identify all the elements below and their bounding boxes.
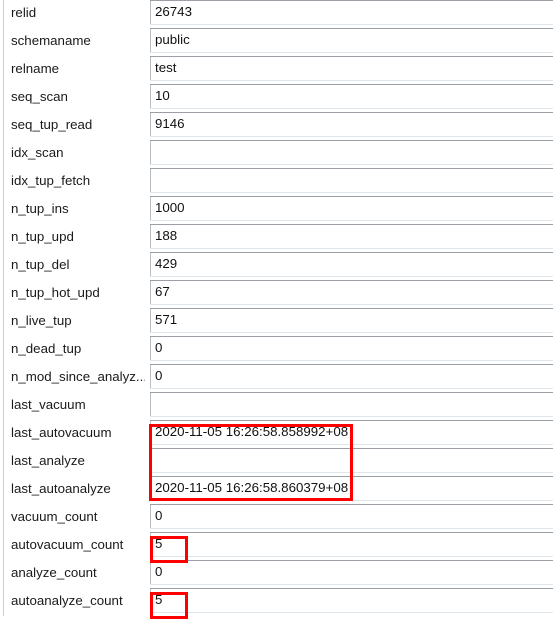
property-name-autovacuum_count: autovacuum_count bbox=[11, 537, 124, 552]
property-name-n_tup_upd: n_tup_upd bbox=[11, 229, 74, 244]
property-row[interactable]: last_autoanalyze 2020-11-05 16:26:58.8603… bbox=[0, 476, 553, 504]
value-cell-left-border bbox=[150, 85, 151, 108]
property-name-n_mod_since_analyz: n_mod_since_analyz... bbox=[11, 369, 145, 384]
property-value-seq_scan[interactable]: 10 bbox=[155, 84, 551, 109]
property-value-last_autovacuum[interactable]: 2020-11-05 16:26:58.858992+08 bbox=[155, 420, 551, 445]
value-cell-left-border bbox=[150, 281, 151, 304]
property-name-n_live_tup: n_live_tup bbox=[11, 313, 72, 328]
property-name-n_tup_hot_upd: n_tup_hot_upd bbox=[11, 285, 100, 300]
property-value-idx_scan[interactable] bbox=[155, 140, 551, 165]
value-cell-left-border bbox=[150, 141, 151, 164]
value-cell-left-border bbox=[150, 197, 151, 220]
property-value-n_mod_since_analyz[interactable]: 0 bbox=[155, 364, 551, 389]
property-value-autoanalyze_count[interactable]: 5 bbox=[155, 588, 551, 613]
property-name-relid: relid bbox=[11, 5, 37, 20]
value-cell-left-border bbox=[150, 225, 151, 248]
property-name-last_autovacuum: last_autovacuum bbox=[11, 425, 112, 440]
value-cell-left-border bbox=[150, 29, 151, 52]
value-cell-left-border bbox=[150, 393, 151, 416]
property-value-schemaname[interactable]: public bbox=[155, 28, 551, 53]
property-value-vacuum_count[interactable]: 0 bbox=[155, 504, 551, 529]
property-row[interactable]: last_vacuum bbox=[0, 392, 553, 420]
property-value-last_vacuum[interactable] bbox=[155, 392, 551, 417]
property-row[interactable]: n_tup_hot_upd 67 bbox=[0, 280, 553, 308]
property-value-relname[interactable]: test bbox=[155, 56, 551, 81]
value-cell-left-border bbox=[150, 505, 151, 528]
property-name-autoanalyze_count: autoanalyze_count bbox=[11, 593, 123, 608]
value-cell-left-border bbox=[150, 561, 151, 584]
property-name-last_analyze: last_analyze bbox=[11, 453, 85, 468]
value-cell-left-border bbox=[150, 449, 151, 472]
value-cell-left-border bbox=[150, 365, 151, 388]
property-row[interactable]: n_mod_since_analyz... 0 bbox=[0, 364, 553, 392]
property-name-n_tup_del: n_tup_del bbox=[11, 257, 70, 272]
property-row[interactable]: last_autovacuum 2020-11-05 16:26:58.85899… bbox=[0, 420, 553, 448]
property-name-seq_scan: seq_scan bbox=[11, 89, 68, 104]
value-cell-left-border bbox=[150, 57, 151, 80]
value-cell-left-border bbox=[150, 253, 151, 276]
property-name-schemaname: schemaname bbox=[11, 33, 91, 48]
property-row[interactable]: seq_tup_read 9146 bbox=[0, 112, 553, 140]
property-name-last_vacuum: last_vacuum bbox=[11, 397, 86, 412]
property-value-seq_tup_read[interactable]: 9146 bbox=[155, 112, 551, 137]
property-value-n_live_tup[interactable]: 571 bbox=[155, 308, 551, 333]
property-name-n_tup_ins: n_tup_ins bbox=[11, 201, 69, 216]
value-cell-left-border bbox=[150, 1, 151, 24]
property-value-last_autoanalyze[interactable]: 2020-11-05 16:26:58.860379+08 bbox=[155, 476, 551, 501]
property-row[interactable]: vacuum_count 0 bbox=[0, 504, 553, 532]
value-cell-left-border bbox=[150, 337, 151, 360]
property-value-last_analyze[interactable] bbox=[155, 448, 551, 473]
property-value-n_tup_del[interactable]: 429 bbox=[155, 252, 551, 277]
value-cell-left-border bbox=[150, 589, 151, 612]
property-name-idx_scan: idx_scan bbox=[11, 145, 64, 160]
property-row[interactable]: analyze_count 0 bbox=[0, 560, 553, 588]
property-name-analyze_count: analyze_count bbox=[11, 565, 97, 580]
property-value-n_dead_tup[interactable]: 0 bbox=[155, 336, 551, 361]
property-name-relname: relname bbox=[11, 61, 60, 76]
property-value-n_tup_upd[interactable]: 188 bbox=[155, 224, 551, 249]
value-cell-left-border bbox=[150, 421, 151, 444]
property-value-idx_tup_fetch[interactable] bbox=[155, 168, 551, 193]
property-row[interactable]: n_dead_tup 0 bbox=[0, 336, 553, 364]
property-row[interactable]: n_tup_ins 1000 bbox=[0, 196, 553, 224]
property-name-idx_tup_fetch: idx_tup_fetch bbox=[11, 173, 91, 188]
property-row[interactable]: schemaname public bbox=[0, 28, 553, 56]
property-row[interactable]: seq_scan 10 bbox=[0, 84, 553, 112]
property-grid: relid 26743 schemaname public relname test seq… bbox=[0, 0, 553, 619]
property-value-analyze_count[interactable]: 0 bbox=[155, 560, 551, 585]
property-row[interactable]: relname test bbox=[0, 56, 553, 84]
property-row[interactable]: n_tup_del 429 bbox=[0, 252, 553, 280]
value-cell-left-border bbox=[150, 309, 151, 332]
value-cell-left-border bbox=[150, 169, 151, 192]
property-row[interactable]: relid 26743 bbox=[0, 0, 553, 28]
property-row[interactable]: idx_scan bbox=[0, 140, 553, 168]
property-row[interactable]: idx_tup_fetch bbox=[0, 168, 553, 196]
property-value-relid[interactable]: 26743 bbox=[155, 0, 551, 25]
property-value-n_tup_ins[interactable]: 1000 bbox=[155, 196, 551, 221]
property-value-autovacuum_count[interactable]: 5 bbox=[155, 532, 551, 557]
property-name-n_dead_tup: n_dead_tup bbox=[11, 341, 82, 356]
property-value-n_tup_hot_upd[interactable]: 67 bbox=[155, 280, 551, 305]
value-cell-left-border bbox=[150, 477, 151, 500]
value-cell-left-border bbox=[150, 533, 151, 556]
property-name-seq_tup_read: seq_tup_read bbox=[11, 117, 93, 132]
property-row[interactable]: last_analyze bbox=[0, 448, 553, 476]
property-row[interactable]: autoanalyze_count 5 bbox=[0, 588, 553, 616]
property-row[interactable]: n_live_tup 571 bbox=[0, 308, 553, 336]
property-row[interactable]: autovacuum_count 5 bbox=[0, 532, 553, 560]
value-cell-left-border bbox=[150, 113, 151, 136]
property-name-vacuum_count: vacuum_count bbox=[11, 509, 98, 524]
property-name-last_autoanalyze: last_autoanalyze bbox=[11, 481, 111, 496]
property-row[interactable]: n_tup_upd 188 bbox=[0, 224, 553, 252]
